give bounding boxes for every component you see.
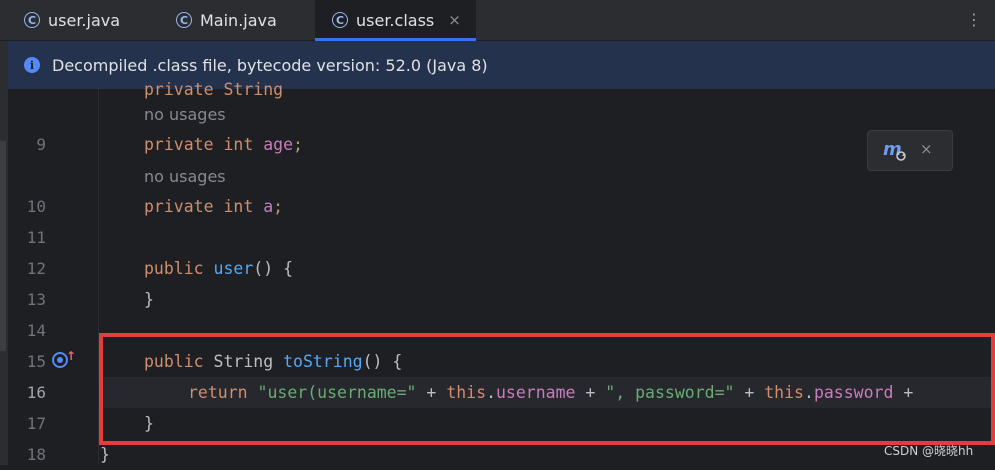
maven-reload-widget: m × xyxy=(867,130,953,171)
gutter-divider xyxy=(98,89,99,465)
code-line[interactable]: private int age; xyxy=(144,129,303,160)
left-tool-strip xyxy=(0,41,8,465)
line-number: 17 xyxy=(26,414,46,433)
code-line[interactable]: } xyxy=(144,284,154,315)
line-number: 15 xyxy=(26,352,46,371)
close-tab-icon[interactable]: × xyxy=(448,11,461,29)
tab-main-java[interactable]: C Main.java xyxy=(152,0,314,40)
code-line[interactable]: public String toString() { xyxy=(144,346,402,377)
class-icon: C xyxy=(332,12,348,28)
line-number: 12 xyxy=(26,259,46,278)
editor-tab-bar: C user.java C Main.java C user.class × ⋮ xyxy=(0,0,995,41)
usage-hint: no usages xyxy=(144,167,226,186)
banner-text: Decompiled .class file, bytecode version… xyxy=(52,55,488,75)
more-tabs-icon[interactable]: ⋮ xyxy=(966,10,983,29)
code-line[interactable]: } xyxy=(100,439,110,470)
info-icon: i xyxy=(24,57,40,73)
tab-label: user.class xyxy=(356,10,435,30)
close-icon[interactable]: × xyxy=(920,140,933,158)
line-number: 13 xyxy=(26,290,46,309)
line-number: 16 xyxy=(26,383,46,402)
class-icon: C xyxy=(24,12,40,28)
tab-label: Main.java xyxy=(200,10,277,30)
usage-hint: no usages xyxy=(144,105,226,124)
line-number: 14 xyxy=(26,321,46,340)
code-line[interactable]: public user() { xyxy=(144,253,293,284)
tab-label: user.java xyxy=(48,10,121,30)
line-number: 9 xyxy=(36,135,46,154)
tab-user-class[interactable]: C user.class × xyxy=(315,0,476,41)
code-line[interactable]: private int a; xyxy=(144,191,283,222)
svg-text:m: m xyxy=(883,139,902,160)
watermark: CSDN @晓晓hh xyxy=(884,444,974,458)
scroll-segment xyxy=(0,141,6,351)
code-line[interactable]: } xyxy=(144,408,154,439)
maven-reload-icon[interactable]: m xyxy=(882,139,908,163)
line-number: 18 xyxy=(26,445,46,464)
line-number: 10 xyxy=(26,197,46,216)
override-arrow-icon: ↑ xyxy=(66,349,77,363)
code-line[interactable]: return "user(username=" + this.username … xyxy=(188,377,913,408)
class-icon: C xyxy=(176,12,192,28)
line-number: 11 xyxy=(26,228,46,247)
tab-user-java[interactable]: C user.java xyxy=(0,0,150,40)
